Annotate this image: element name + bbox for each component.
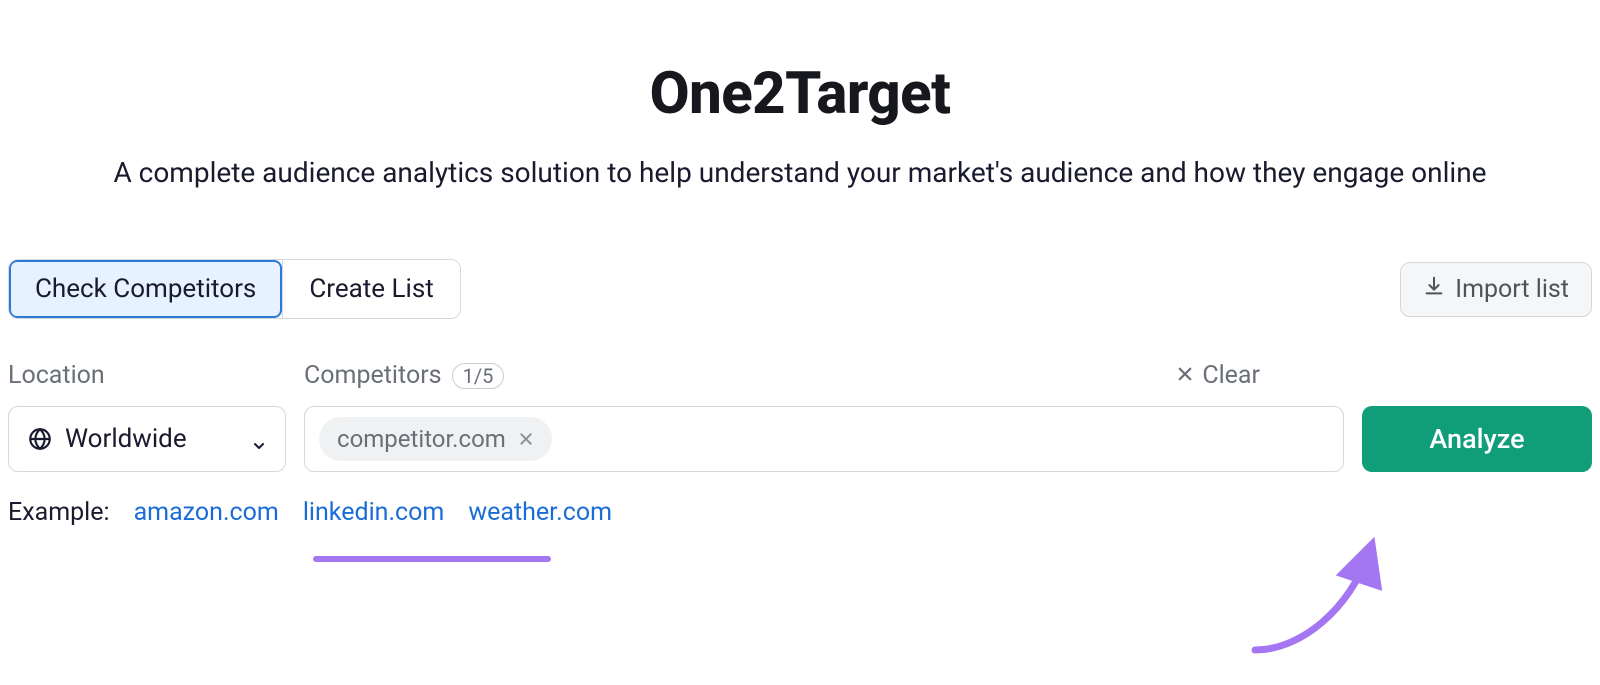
remove-token-icon[interactable] <box>518 425 534 453</box>
annotation-arrow-icon <box>1240 530 1420 660</box>
page-title: One2Target <box>0 60 1600 128</box>
inputs-row: Worldwide competitor.com Analyze <box>0 406 1600 472</box>
competitors-label-group: Competitors 1/5 <box>304 361 1176 390</box>
example-link-2[interactable]: linkedin.com <box>303 498 445 527</box>
competitor-token-label: competitor.com <box>337 425 506 453</box>
clear-button[interactable]: Clear <box>1176 361 1260 390</box>
examples-label: Example: <box>8 498 110 527</box>
import-list-button[interactable]: Import list <box>1400 262 1592 317</box>
example-link-1[interactable]: amazon.com <box>134 498 279 527</box>
tab-check-competitors[interactable]: Check Competitors <box>9 260 282 318</box>
controls-row: Check Competitors Create List Import lis… <box>0 259 1600 319</box>
chevron-down-icon <box>251 431 267 447</box>
location-select[interactable]: Worldwide <box>8 406 286 472</box>
download-icon <box>1423 275 1445 304</box>
analyze-button[interactable]: Analyze <box>1362 406 1592 472</box>
tab-create-list[interactable]: Create List <box>282 260 459 318</box>
close-icon <box>1176 361 1194 390</box>
competitor-token: competitor.com <box>319 417 552 461</box>
competitors-input[interactable]: competitor.com <box>304 406 1344 472</box>
clear-label: Clear <box>1202 361 1260 390</box>
examples-row: Example: amazon.com linkedin.com weather… <box>0 498 1600 527</box>
globe-icon <box>27 426 53 452</box>
competitors-count-badge: 1/5 <box>452 363 505 389</box>
annotation-underline <box>313 556 551 562</box>
import-list-label: Import list <box>1455 275 1569 304</box>
location-label: Location <box>8 361 304 390</box>
competitors-label: Competitors <box>304 361 442 390</box>
tab-group: Check Competitors Create List <box>8 259 461 319</box>
example-link-3[interactable]: weather.com <box>468 498 612 527</box>
location-value: Worldwide <box>65 424 187 454</box>
page-subtitle: A complete audience analytics solution t… <box>0 156 1600 189</box>
labels-row: Location Competitors 1/5 Clear <box>0 361 1600 390</box>
